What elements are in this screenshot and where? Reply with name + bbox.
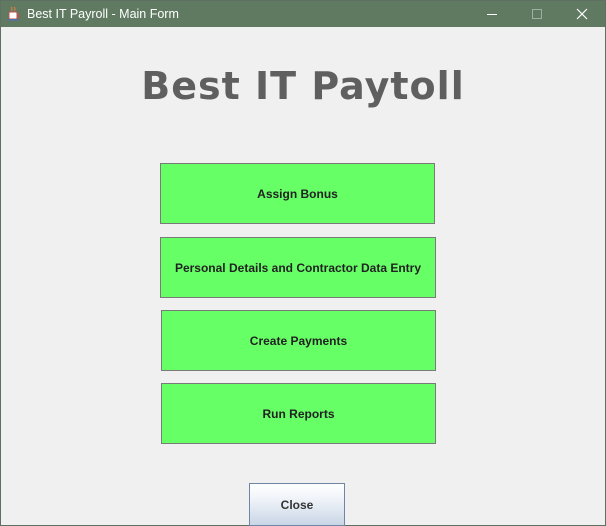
page-title: Best IT Paytoll <box>141 64 465 108</box>
java-cup-icon <box>7 6 21 21</box>
window-close-button[interactable] <box>559 1 605 27</box>
assign-bonus-button[interactable]: Assign Bonus <box>160 163 435 224</box>
minimize-icon <box>486 8 498 20</box>
close-button[interactable]: Close <box>249 483 345 526</box>
window-title: Best IT Payroll - Main Form <box>27 7 179 21</box>
maximize-icon <box>531 8 543 20</box>
minimize-button[interactable] <box>469 1 515 27</box>
run-reports-button[interactable]: Run Reports <box>161 383 436 444</box>
title-bar[interactable]: Best IT Payroll - Main Form <box>1 1 605 27</box>
maximize-button[interactable] <box>514 1 560 27</box>
personal-details-button[interactable]: Personal Details and Contractor Data Ent… <box>160 237 436 298</box>
create-payments-button[interactable]: Create Payments <box>161 310 436 371</box>
close-icon <box>576 8 588 20</box>
main-form-window: Best IT Payroll - Main Form Best IT Payt… <box>0 0 606 526</box>
